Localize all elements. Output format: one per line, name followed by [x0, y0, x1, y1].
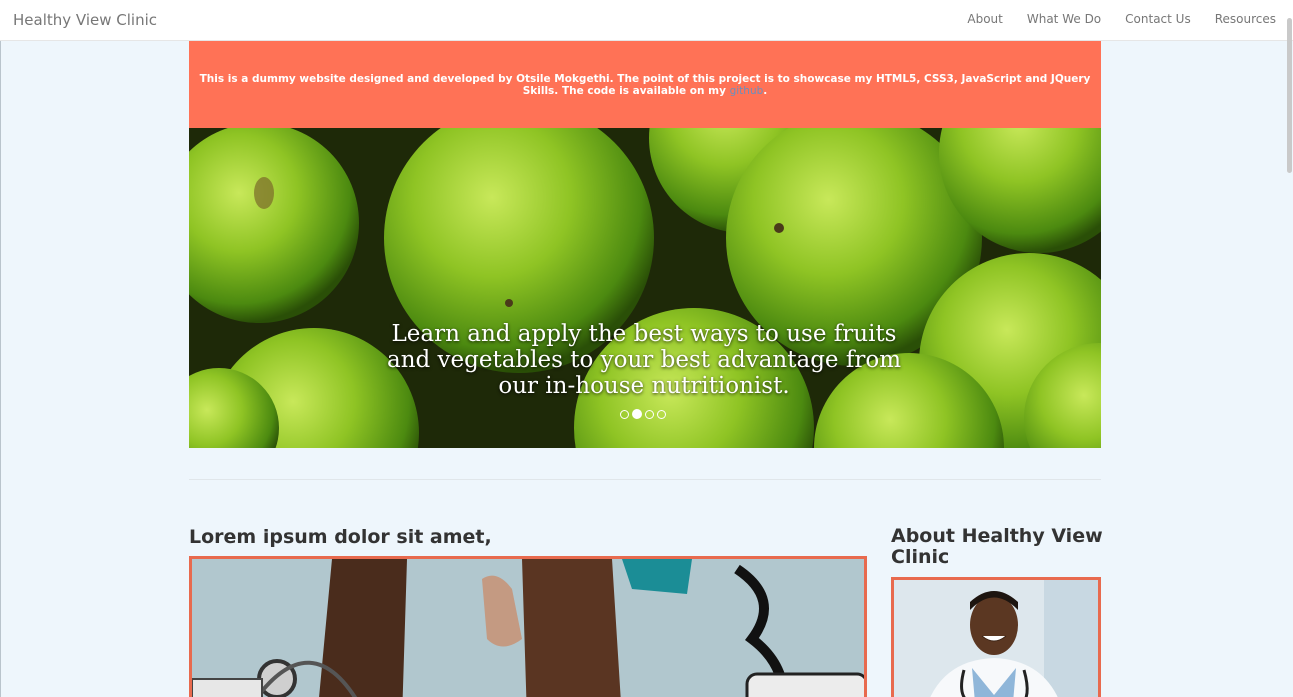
- indicator-1[interactable]: [620, 409, 629, 419]
- banner-message: This is a dummy website designed and dev…: [199, 72, 1091, 97]
- indicator-3[interactable]: [645, 409, 654, 419]
- nav-about[interactable]: About: [967, 12, 1002, 26]
- blood-pressure-photo: [192, 559, 864, 697]
- scrollbar-thumb[interactable]: [1287, 18, 1292, 173]
- left-edge: [0, 41, 1, 697]
- nav-contact-us[interactable]: Contact Us: [1125, 12, 1191, 26]
- scrollbar[interactable]: [1285, 0, 1293, 697]
- nav-what-we-do[interactable]: What We Do: [1027, 12, 1101, 26]
- banner-suffix: .: [763, 84, 768, 97]
- github-link[interactable]: github: [730, 85, 764, 97]
- aside-title: About Healthy View Clinic: [891, 525, 1103, 568]
- brand-name[interactable]: Healthy View Clinic: [13, 11, 157, 29]
- carousel-caption: Learn and apply the best ways to use fru…: [386, 321, 902, 399]
- nav-links: About What We Do Contact Us Resources: [967, 12, 1276, 26]
- article-image: [189, 556, 867, 697]
- banner-text: This is a dummy website designed and dev…: [193, 73, 1097, 97]
- indicator-4[interactable]: [657, 409, 666, 419]
- doctor-photo: [894, 580, 1098, 697]
- section-divider: [189, 479, 1101, 480]
- green-apples-image: [189, 128, 1101, 448]
- hero-carousel[interactable]: Learn and apply the best ways to use fru…: [189, 128, 1101, 448]
- carousel-indicators: [620, 409, 666, 419]
- doctor-image: [891, 577, 1101, 697]
- indicator-2[interactable]: [632, 409, 642, 419]
- nav-resources[interactable]: Resources: [1215, 12, 1276, 26]
- top-navbar: Healthy View Clinic About What We Do Con…: [0, 0, 1293, 41]
- article-title: Lorem ipsum dolor sit amet,: [189, 526, 492, 548]
- info-banner: This is a dummy website designed and dev…: [189, 41, 1101, 128]
